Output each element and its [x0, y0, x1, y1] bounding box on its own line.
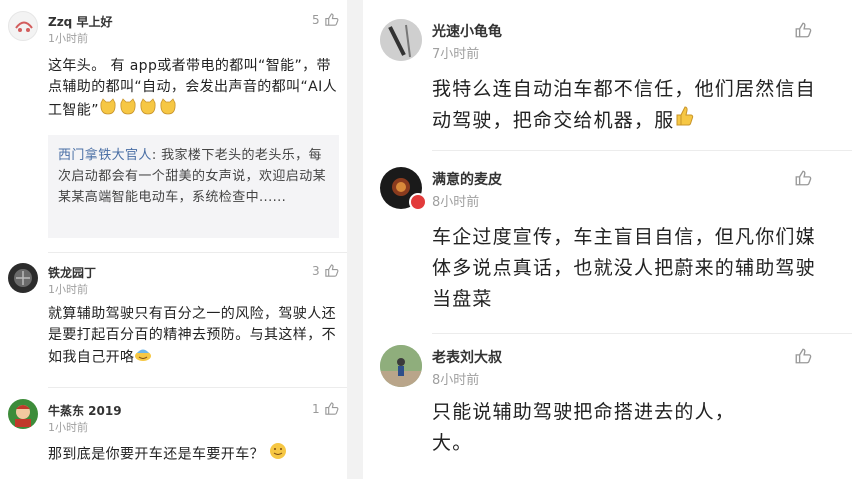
avatar[interactable] [8, 399, 38, 429]
comment-text: 只能说辅助驾驶把命搭进去的人，大。 [432, 401, 736, 454]
timestamp: 8小时前 [432, 373, 480, 388]
username[interactable]: 光速小龟龟 [432, 21, 502, 41]
like-button[interactable]: 3 [312, 263, 339, 278]
comment-item: 老表刘大叔 8小时前 只能说辅助驾驶把命搭进去的人，大。 [363, 333, 852, 479]
comment-text: 我特么连自动泊车都不信任，他们居然信自动驾驶，把命交给机器，服 [432, 74, 818, 137]
reply-quote[interactable]: 西门拿铁大官人: 我家楼下老头的老头乐，每次启动都会有一个甜美的女声说，欢迎启动… [48, 135, 339, 238]
comment-text: 那到底是你要开车还是车要开车？ [48, 442, 340, 467]
thumbs-up-icon [795, 348, 812, 364]
thumbs-up-icon [795, 22, 812, 38]
divider [48, 252, 347, 253]
like-count: 1 [312, 401, 320, 416]
panel-divider [347, 0, 363, 479]
timestamp: 1小时前 [48, 32, 88, 45]
thumbs-up-icon [674, 105, 694, 137]
username[interactable]: 老表刘大叔 [432, 347, 502, 367]
thumbs-up-icon [324, 13, 339, 26]
comment-item: 满意的麦皮 8小时前 车企过度宣传，车主盲目自信，但凡你们媒体多说点真话，也就没… [363, 150, 852, 335]
username[interactable]: Zzq 早上好 [48, 13, 112, 30]
left-comment-panel: Zzq 早上好 1小时前 5 这年头。 有 app或者带电的都叫“智能”，带点辅… [0, 0, 347, 479]
timestamp: 1小时前 [48, 421, 88, 434]
avatar[interactable] [380, 19, 422, 61]
right-comment-panel: 光速小龟龟 7小时前 我特么连自动泊车都不信任，他们居然信自动驾驶，把命交给机器… [363, 0, 852, 479]
avatar[interactable] [380, 345, 422, 387]
comment-item: 光速小龟龟 7小时前 我特么连自动泊车都不信任，他们居然信自动驾驶，把命交给机器… [363, 0, 852, 150]
username[interactable]: 铁龙园丁 [48, 264, 96, 281]
username[interactable]: 牛蒸东 2019 [48, 402, 122, 419]
comment-item: 牛蒸东 2019 1小时前 1 那到底是你要开车还是车要开车？ [0, 390, 347, 479]
like-button[interactable] [794, 21, 812, 39]
timestamp: 7小时前 [432, 47, 480, 62]
thumbs-up-icon [324, 264, 339, 277]
like-count: 3 [312, 263, 320, 278]
username[interactable]: 满意的麦皮 [432, 169, 502, 189]
comment-item: Zzq 早上好 1小时前 5 这年头。 有 app或者带电的都叫“智能”，带点辅… [0, 0, 347, 250]
thumbs-up-icon [795, 170, 812, 186]
reply-username[interactable]: 西门拿铁大官人 [58, 148, 152, 163]
like-button[interactable]: 1 [312, 401, 339, 416]
avatar[interactable] [8, 263, 38, 293]
like-button[interactable] [794, 169, 812, 187]
like-count: 5 [312, 12, 320, 27]
timestamp: 1小时前 [48, 283, 88, 296]
smile-icon [269, 442, 287, 467]
comment-text: 车企过度宣传，车主盲目自信，但凡你们媒体多说点真话，也就没人把蔚来的辅助驾驶当盘… [432, 226, 816, 310]
cat-face-icon [99, 98, 177, 123]
thumbs-up-icon [324, 402, 339, 415]
divider [48, 387, 347, 388]
timestamp: 8小时前 [432, 195, 480, 210]
comment-item: 铁龙园丁 1小时前 3 就算辅助驾驶只有百分之一的风险，驾驶人还是要打起百分百的… [0, 255, 347, 385]
avatar[interactable] [8, 11, 38, 41]
verified-badge-icon [409, 193, 427, 211]
comment-text: 就算辅助驾驶只有百分之一的风险，驾驶人还是要打起百分百的精神去预防。与其这样，不… [48, 304, 340, 369]
comment-text: 这年头。 有 app或者带电的都叫“智能”，带点辅助的都叫“自动，会发出声音的都… [48, 56, 340, 123]
like-button[interactable]: 5 [312, 12, 339, 27]
sweat-smile-icon [134, 346, 152, 369]
like-button[interactable] [794, 347, 812, 365]
